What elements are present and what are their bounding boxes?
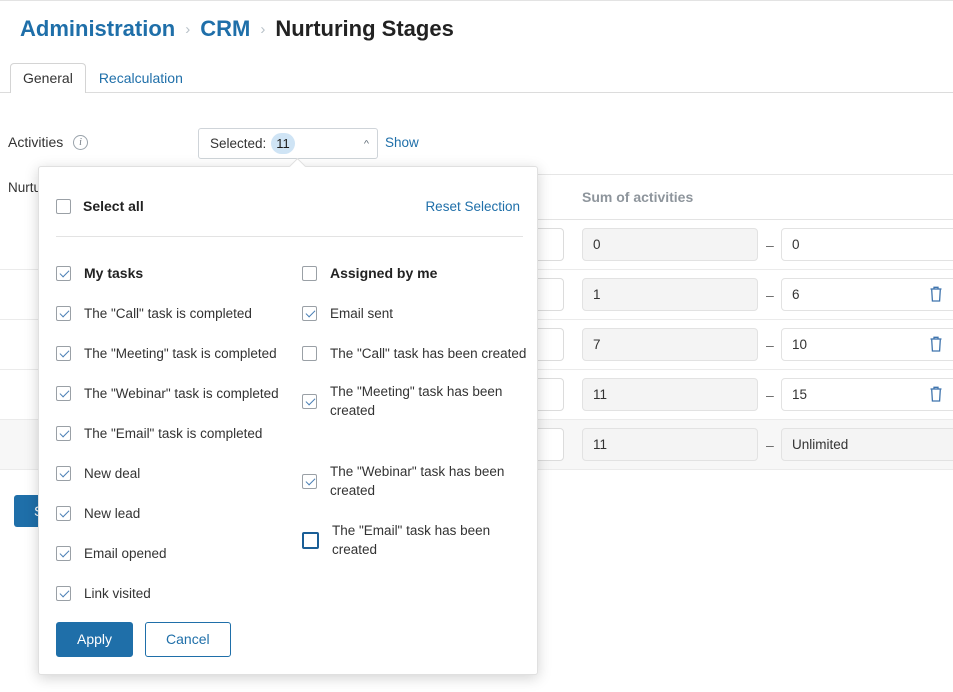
- checkbox[interactable]: [56, 386, 71, 401]
- option-label: The "Call" task is completed: [84, 306, 252, 321]
- option-label: The "Webinar" task is completed: [84, 386, 279, 401]
- tab-bar: General Recalculation: [10, 63, 196, 93]
- checkbox[interactable]: [56, 466, 71, 481]
- option-label: The "Call" task has been created: [330, 346, 527, 361]
- option-meeting-task-completed[interactable]: The "Meeting" task is completed: [56, 344, 277, 363]
- option-email-opened[interactable]: Email opened: [56, 544, 167, 563]
- range-dash: –: [766, 387, 774, 403]
- sum-to-input[interactable]: 0: [781, 228, 953, 261]
- breadcrumb-item-crm[interactable]: CRM: [200, 16, 250, 42]
- option-label: Email sent: [330, 306, 394, 321]
- checkbox[interactable]: [56, 346, 71, 361]
- sum-from-input[interactable]: 1: [582, 278, 758, 311]
- range-dash: –: [766, 337, 774, 353]
- option-email-sent[interactable]: Email sent: [302, 304, 393, 323]
- delete-row-icon[interactable]: [928, 285, 944, 303]
- show-link[interactable]: Show: [385, 135, 419, 150]
- select-all-label: Select all: [83, 198, 144, 214]
- checkbox[interactable]: [302, 393, 317, 409]
- select-all-row[interactable]: Select all: [56, 198, 144, 214]
- sum-from-input[interactable]: 0: [582, 228, 758, 261]
- popover-header: Select all Reset Selection: [39, 189, 539, 223]
- range-dash: –: [766, 437, 774, 453]
- popover-actions: Apply Cancel: [56, 622, 231, 657]
- option-label: The "Meeting" task is completed: [84, 346, 277, 361]
- checkbox[interactable]: [302, 346, 317, 361]
- cancel-button[interactable]: Cancel: [145, 622, 231, 657]
- popover-arrow: [289, 158, 306, 167]
- option-label: My tasks: [84, 265, 144, 281]
- option-label: Link visited: [84, 586, 151, 601]
- tab-recalculation[interactable]: Recalculation: [86, 63, 196, 93]
- tab-bar-divider: [0, 92, 953, 93]
- option-call-task-completed[interactable]: The "Call" task is completed: [56, 304, 252, 323]
- activities-select-prefix: Selected:: [210, 136, 267, 151]
- breadcrumb-item-current: Nurturing Stages: [275, 16, 454, 41]
- page-root: Administration › CRM › Nurturing Stages …: [0, 0, 953, 692]
- info-icon[interactable]: i: [73, 135, 88, 150]
- sum-from-input[interactable]: 7: [582, 328, 758, 361]
- range-dash: –: [766, 287, 774, 303]
- sum-from-input[interactable]: 11: [582, 378, 758, 411]
- sum-to-input: Unlimited: [781, 428, 953, 461]
- option-new-deal[interactable]: New deal: [56, 464, 140, 483]
- activities-label: Activities: [8, 134, 64, 150]
- option-link-visited[interactable]: Link visited: [56, 584, 151, 603]
- checkbox[interactable]: [302, 473, 317, 489]
- option-label: Email opened: [84, 546, 167, 561]
- option-assigned-by-me[interactable]: Assigned by me: [302, 264, 437, 283]
- checkbox[interactable]: [302, 306, 317, 321]
- checkbox[interactable]: [56, 426, 71, 441]
- reset-selection-link[interactable]: Reset Selection: [425, 199, 520, 214]
- apply-button[interactable]: Apply: [56, 622, 134, 657]
- breadcrumb-item-administration[interactable]: Administration: [20, 16, 175, 42]
- activities-dropdown-panel: Select all Reset Selection My tasks The …: [38, 166, 538, 675]
- option-email-task-completed[interactable]: The "Email" task is completed: [56, 424, 262, 443]
- checkbox[interactable]: [302, 531, 319, 549]
- option-meeting-task-created[interactable]: The "Meeting" task has been created: [302, 382, 520, 420]
- sum-from-input[interactable]: 11: [582, 428, 758, 461]
- option-label: The "Webinar" task has been created: [330, 464, 505, 498]
- breadcrumb-separator-icon: ›: [185, 20, 191, 38]
- tab-general[interactable]: General: [10, 63, 86, 93]
- delete-row-icon[interactable]: [928, 385, 944, 403]
- breadcrumb-separator-icon: ›: [260, 20, 266, 38]
- delete-row-icon[interactable]: [928, 335, 944, 353]
- popover-divider: [56, 236, 523, 237]
- option-my-tasks[interactable]: My tasks: [56, 264, 143, 283]
- option-label: New lead: [84, 506, 141, 521]
- option-label: Assigned by me: [330, 265, 438, 281]
- chevron-up-icon: ^: [363, 138, 369, 149]
- activities-select[interactable]: Selected: 11 ^: [198, 128, 378, 159]
- option-webinar-task-completed[interactable]: The "Webinar" task is completed: [56, 384, 279, 403]
- option-label: The "Email" task has been created: [332, 523, 491, 557]
- checkbox[interactable]: [302, 266, 317, 281]
- range-dash: –: [766, 237, 774, 253]
- breadcrumb: Administration › CRM › Nurturing Stages: [20, 16, 454, 42]
- top-divider: [0, 0, 953, 1]
- checkbox[interactable]: [56, 586, 71, 601]
- checkbox[interactable]: [56, 506, 71, 521]
- option-label: New deal: [84, 466, 141, 481]
- checkbox[interactable]: [56, 546, 71, 561]
- checkbox[interactable]: [56, 306, 71, 321]
- selected-count-badge: 11: [271, 133, 295, 154]
- option-new-lead[interactable]: New lead: [56, 504, 140, 523]
- select-all-checkbox[interactable]: [56, 198, 71, 214]
- option-email-task-created[interactable]: The "Email" task has been created: [302, 521, 522, 559]
- option-call-task-created[interactable]: The "Call" task has been created: [302, 344, 526, 363]
- option-label: The "Email" task is completed: [84, 426, 263, 441]
- checkbox[interactable]: [56, 266, 71, 281]
- option-label: The "Meeting" task has been created: [330, 384, 503, 418]
- option-webinar-task-created[interactable]: The "Webinar" task has been created: [302, 462, 520, 500]
- column-header-sum-of-activities: Sum of activities: [582, 189, 694, 205]
